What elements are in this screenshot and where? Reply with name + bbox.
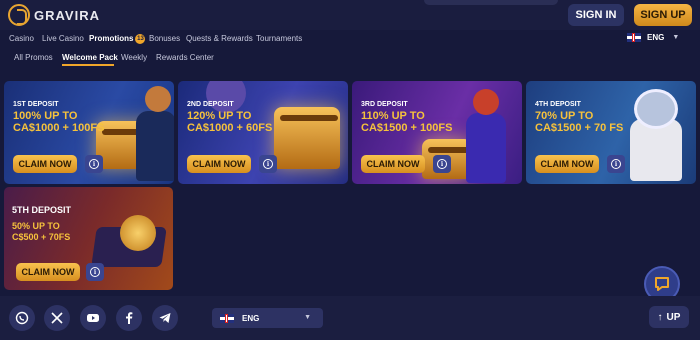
uk-flag-icon (627, 33, 641, 42)
nav-promotions[interactable]: Promotions 13 (89, 34, 146, 44)
nav-promotions-label: Promotions (89, 34, 134, 43)
logo-icon (8, 4, 30, 26)
info-icon: i (263, 159, 273, 169)
bonus-amount: CA$1000 + 100FS (13, 122, 105, 134)
main-nav: Casino Live Casino Promotions 13 Bonuses … (0, 30, 700, 50)
bonus-amount: CA$1500 + 100FS (361, 122, 453, 134)
tab-weekly[interactable]: Weekly (121, 53, 147, 62)
bonus-amount: CA$1000 + 60FS (187, 122, 273, 134)
nav-bonuses[interactable]: Bonuses (149, 34, 180, 43)
whatsapp-icon[interactable] (9, 305, 35, 331)
nav-live-casino[interactable]: Live Casino (42, 34, 84, 43)
bonus-percent: 100% UP TO (13, 110, 78, 122)
info-icon: i (90, 267, 100, 277)
warrior-head-image (145, 86, 171, 112)
nav-tournaments[interactable]: Tournaments (256, 34, 302, 43)
info-icon: i (437, 159, 447, 169)
top-bar: GRAVIRA SIGN IN SIGN UP (0, 0, 700, 30)
bonus-percent: 110% UP TO (361, 110, 425, 122)
logo[interactable]: GRAVIRA (8, 4, 100, 26)
info-button[interactable]: i (433, 155, 451, 173)
scroll-to-top-button[interactable]: ↑ UP (649, 306, 689, 328)
chat-icon (655, 277, 669, 291)
telegram-icon[interactable] (152, 305, 178, 331)
language-label: ENG (647, 33, 665, 42)
chevron-down-icon: ▼ (304, 314, 311, 321)
deposit-label: 3RD DEPOSIT (361, 101, 408, 108)
promo-card-1st-deposit[interactable]: 1ST DEPOSIT 100% UP TO CA$1000 + 100FS C… (4, 81, 174, 184)
promo-card-5th-deposit[interactable]: 5TH DEPOSIT 50% UP TO C$500 + 70FS CLAIM… (4, 187, 173, 290)
sign-in-button[interactable]: SIGN IN (568, 4, 624, 26)
warrior-image (136, 111, 174, 181)
info-button[interactable]: i (607, 155, 625, 173)
info-button[interactable]: i (259, 155, 277, 173)
astronaut-helmet-image (634, 89, 678, 129)
heroine-head-image (473, 89, 499, 115)
claim-now-button[interactable]: CLAIM NOW (16, 263, 80, 281)
header-search-tab[interactable] (424, 0, 558, 5)
claim-now-button[interactable]: CLAIM NOW (187, 155, 251, 173)
language-selector-footer[interactable]: ENG ▼ (212, 308, 323, 328)
chevron-down-icon: ▼ (672, 34, 680, 41)
facebook-icon[interactable] (116, 305, 142, 331)
deposit-label: 5TH DEPOSIT (12, 205, 72, 215)
promo-card-2nd-deposit[interactable]: 2ND DEPOSIT 120% UP TO CA$1000 + 60FS CL… (178, 81, 348, 184)
bonus-percent: 70% UP TO (535, 110, 594, 122)
language-selector-top[interactable]: ENG ▼ (627, 33, 679, 42)
bonus-amount: C$500 + 70FS (12, 232, 71, 242)
promotions-count-badge: 13 (135, 34, 146, 44)
active-tab-underline (62, 64, 114, 66)
coin-stack-image (120, 215, 156, 251)
tab-all-promos[interactable]: All Promos (14, 53, 53, 62)
youtube-icon[interactable] (80, 305, 106, 331)
bonus-percent: 120% UP TO (187, 110, 252, 122)
deposit-label: 1ST DEPOSIT (13, 101, 59, 108)
sign-up-button[interactable]: SIGN UP (634, 4, 692, 26)
info-icon: i (611, 159, 621, 169)
planet-image (206, 81, 246, 113)
logo-text: GRAVIRA (34, 7, 100, 23)
bonus-amount: CA$1500 + 70 FS (535, 122, 624, 134)
arrow-up-icon: ↑ (657, 311, 663, 323)
info-button[interactable]: i (86, 263, 104, 281)
info-icon: i (89, 159, 99, 169)
nav-casino[interactable]: Casino (9, 34, 34, 43)
claim-now-button[interactable]: CLAIM NOW (535, 155, 599, 173)
promo-card-3rd-deposit[interactable]: 3RD DEPOSIT 110% UP TO CA$1500 + 100FS C… (352, 81, 522, 184)
language-label: ENG (242, 313, 260, 323)
tab-welcome-pack[interactable]: Welcome Pack (62, 53, 118, 62)
deposit-label: 4TH DEPOSIT (535, 101, 581, 108)
info-button[interactable]: i (85, 155, 103, 173)
deposit-label: 2ND DEPOSIT (187, 101, 234, 108)
heroine-image (466, 113, 506, 183)
claim-now-button[interactable]: CLAIM NOW (361, 155, 425, 173)
claim-now-button[interactable]: CLAIM NOW (13, 155, 77, 173)
x-icon[interactable] (44, 305, 70, 331)
promo-card-4th-deposit[interactable]: 4TH DEPOSIT 70% UP TO CA$1500 + 70 FS CL… (526, 81, 696, 184)
uk-flag-icon (220, 313, 234, 323)
tab-rewards-center[interactable]: Rewards Center (156, 53, 214, 62)
up-label: UP (666, 311, 681, 323)
nav-quests-rewards[interactable]: Quests & Rewards (186, 34, 253, 43)
treasure-chest-image (274, 107, 340, 169)
